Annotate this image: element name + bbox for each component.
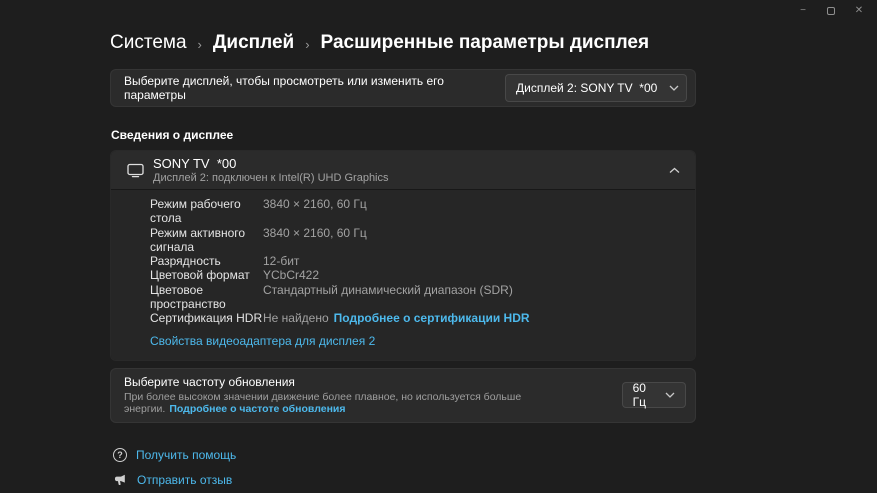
display-subtitle: Дисплей 2: подключен к Intel(R) UHD Grap… [153,172,669,184]
page-title: Расширенные параметры дисплея [321,32,650,54]
close-icon: ✕ [855,6,863,16]
display-selector-value: Дисплей 2: SONY TV *00 [516,81,657,95]
maximize-button[interactable] [817,1,845,20]
chevron-down-icon [665,392,675,398]
display-selector-card: Выберите дисплей, чтобы просмотреть или … [110,69,696,107]
info-row-color-space: Цветовое пространство Стандартный динами… [150,283,679,312]
display-selector-label: Выберите дисплей, чтобы просмотреть или … [124,74,505,102]
send-feedback-label: Отправить отзыв [137,473,232,487]
display-info-expander: SONY TV *00 Дисплей 2: подключен к Intel… [110,150,696,361]
video-adapter-properties-link[interactable]: Свойства видеоадаптера для дисплея 2 [150,334,375,348]
refresh-rate-learn-more-link[interactable]: Подробнее о частоте обновления [169,403,345,415]
footer: ? Получить помощь Отправить отзыв [113,448,696,488]
monitor-icon [127,163,145,178]
info-row-bit-depth: Разрядность 12-бит [150,254,679,268]
breadcrumb-system[interactable]: Система [110,32,187,54]
refresh-rate-dropdown[interactable]: 60 Гц [622,382,686,408]
refresh-rate-title: Выберите частоту обновления [124,375,622,389]
minimize-icon: − [800,6,806,16]
chevron-down-icon [669,85,679,91]
refresh-rate-card: Выберите частоту обновления При более вы… [110,368,696,423]
titlebar: − ✕ [0,0,877,22]
info-row-color-format: Цветовой формат YCbCr422 [150,268,679,282]
info-row-hdr-certification: Сертификация HDR Не найдено Подробнее о … [150,311,679,325]
display-info-details: Режим рабочего стола 3840 × 2160, 60 Гц … [111,189,695,360]
send-feedback-link[interactable]: Отправить отзыв [113,473,232,488]
display-selector-dropdown[interactable]: Дисплей 2: SONY TV *00 [505,74,687,102]
close-button[interactable]: ✕ [845,1,873,20]
chevron-right-icon: › [198,35,202,52]
feedback-megaphone-icon [113,473,128,488]
refresh-rate-description: При более высоком значении движение боле… [124,391,622,415]
get-help-label: Получить помощь [136,448,236,462]
display-title: SONY TV *00 [153,157,669,171]
display-info-expander-header[interactable]: SONY TV *00 Дисплей 2: подключен к Intel… [111,151,695,189]
refresh-rate-value: 60 Гц [633,381,653,409]
hdr-certification-link[interactable]: Подробнее о сертификации HDR [334,311,530,325]
breadcrumb: Система › Дисплей › Расширенные параметр… [110,32,696,54]
minimize-button[interactable]: − [789,1,817,20]
get-help-link[interactable]: ? Получить помощь [113,448,236,462]
maximize-icon [827,7,835,15]
chevron-right-icon: › [305,35,309,52]
chevron-up-icon [669,167,680,174]
breadcrumb-display[interactable]: Дисплей [213,32,294,54]
help-icon: ? [113,448,127,462]
info-row-active-signal-mode: Режим активного сигнала 3840 × 2160, 60 … [150,226,679,255]
display-info-section-title: Сведения о дисплее [111,128,696,142]
info-row-desktop-mode: Режим рабочего стола 3840 × 2160, 60 Гц [150,197,679,226]
